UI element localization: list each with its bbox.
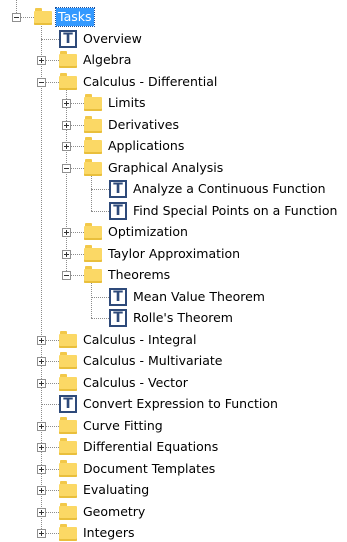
folder-icon: [59, 352, 77, 369]
expand-toggle-limits[interactable]: [62, 99, 71, 108]
folder-icon: [84, 94, 102, 111]
tree-item-rolle-s-theorem[interactable]: Rolle's Theorem: [131, 309, 235, 327]
tree-item-find-special-points-on-a-function[interactable]: Find Special Points on a Function: [131, 202, 339, 220]
tree-item-taylor-approximation[interactable]: Taylor Approximation: [106, 245, 242, 263]
tree-item-algebra[interactable]: Algebra: [81, 51, 133, 69]
tree-connector: [41, 404, 59, 405]
tree-item-mean-value-theorem[interactable]: Mean Value Theorem: [131, 288, 267, 306]
folder-icon: [84, 245, 102, 262]
expand-toggle-derivatives[interactable]: [62, 121, 71, 130]
folder-icon: [59, 331, 77, 348]
folder-icon: [59, 374, 77, 391]
tree-item-optimization[interactable]: Optimization: [106, 223, 190, 241]
expand-toggle-calculus-multivariate[interactable]: [37, 357, 46, 366]
expand-toggle-taylor-approximation[interactable]: [62, 250, 71, 259]
tree-item-calculus-differential[interactable]: Calculus - Differential: [81, 73, 219, 91]
tree-item-integers[interactable]: Integers: [81, 524, 136, 542]
tree-guide-line: [91, 281, 92, 318]
collapse-toggle-graphical-analysis[interactable]: [62, 164, 71, 173]
folder-icon: [59, 438, 77, 455]
expand-toggle-differential-equations[interactable]: [37, 443, 46, 452]
tree-item-geometry[interactable]: Geometry: [81, 503, 147, 521]
folder-icon: [84, 116, 102, 133]
expand-toggle-curve-fitting[interactable]: [37, 422, 46, 431]
expand-toggle-algebra[interactable]: [37, 56, 46, 65]
collapse-toggle-tasks[interactable]: [12, 13, 21, 22]
folder-icon: [59, 51, 77, 68]
task-icon: T: [109, 309, 127, 327]
tree-item-evaluating[interactable]: Evaluating: [81, 481, 151, 499]
tree-item-calculus-vector[interactable]: Calculus - Vector: [81, 374, 190, 392]
tree-item-derivatives[interactable]: Derivatives: [106, 116, 181, 134]
tree-connector: [91, 189, 109, 190]
tree-item-differential-equations[interactable]: Differential Equations: [81, 438, 220, 456]
tree-item-graphical-analysis[interactable]: Graphical Analysis: [106, 159, 225, 177]
tree-guide-line: [66, 88, 67, 275]
folder-icon: [59, 73, 77, 90]
tree-item-theorems[interactable]: Theorems: [106, 266, 172, 284]
folder-icon: [59, 503, 77, 520]
tree-item-tasks[interactable]: Tasks: [55, 7, 95, 27]
tree-item-calculus-integral[interactable]: Calculus - Integral: [81, 331, 198, 349]
expand-toggle-document-templates[interactable]: [37, 465, 46, 474]
tree-connector: [91, 297, 109, 298]
collapse-toggle-theorems[interactable]: [62, 271, 71, 280]
tree-item-convert-expression-to-function[interactable]: Convert Expression to Function: [81, 395, 280, 413]
tree-item-limits[interactable]: Limits: [106, 94, 148, 112]
tree-item-document-templates[interactable]: Document Templates: [81, 460, 217, 478]
task-icon: T: [109, 202, 127, 220]
tree-connector: [91, 211, 109, 212]
folder-icon: [84, 137, 102, 154]
expand-toggle-applications[interactable]: [62, 142, 71, 151]
collapse-toggle-calculus-differential[interactable]: [37, 78, 46, 87]
tree-guide-line: [91, 174, 92, 211]
expand-toggle-evaluating[interactable]: [37, 486, 46, 495]
tree-item-curve-fitting[interactable]: Curve Fitting: [81, 417, 165, 435]
task-tree[interactable]: Tasks T Overview Algebra Calculus - Differen…: [0, 0, 347, 541]
tree-item-analyze-a-continuous-function[interactable]: Analyze a Continuous Function: [131, 180, 328, 198]
folder-icon: [59, 417, 77, 434]
expand-toggle-integers[interactable]: [37, 529, 46, 538]
folder-icon: [84, 159, 102, 176]
folder-icon: [34, 8, 52, 25]
tree-connector: [91, 318, 109, 319]
task-icon: T: [59, 30, 77, 48]
task-icon: T: [109, 288, 127, 306]
expand-toggle-calculus-vector[interactable]: [37, 379, 46, 388]
expand-toggle-optimization[interactable]: [62, 228, 71, 237]
tree-item-calculus-multivariate[interactable]: Calculus - Multivariate: [81, 352, 225, 370]
expand-toggle-geometry[interactable]: [37, 508, 46, 517]
folder-icon: [59, 460, 77, 477]
tree-connector: [41, 39, 59, 40]
task-icon: T: [59, 395, 77, 413]
folder-icon: [59, 481, 77, 498]
task-icon: T: [109, 180, 127, 198]
folder-icon: [84, 223, 102, 240]
folder-icon: [84, 266, 102, 283]
tree-item-overview[interactable]: Overview: [81, 30, 144, 48]
tree-guide-line: [41, 23, 42, 535]
tree-item-applications[interactable]: Applications: [106, 137, 186, 155]
folder-icon: [59, 524, 77, 541]
expand-toggle-calculus-integral[interactable]: [37, 336, 46, 345]
